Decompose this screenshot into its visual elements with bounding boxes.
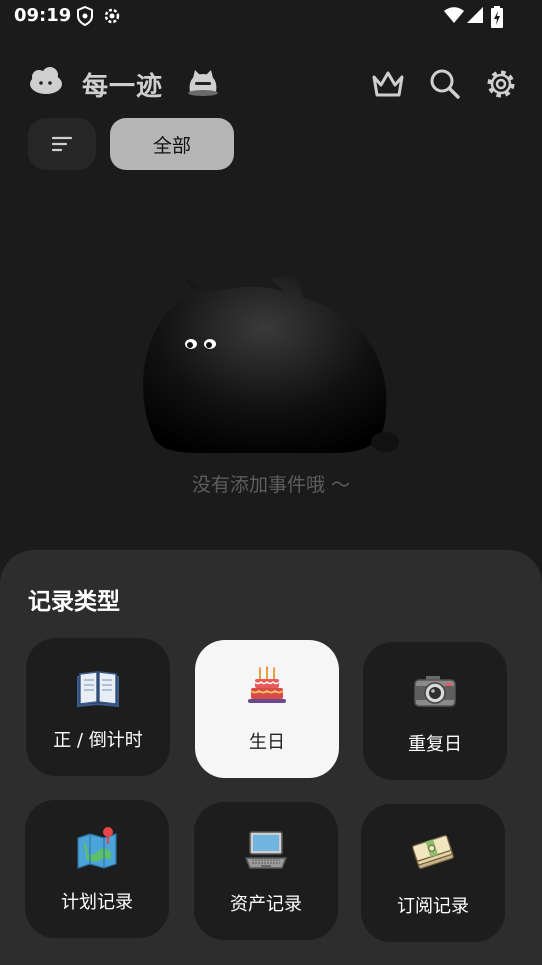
filter-chip-all[interactable]: 全部 [110, 118, 234, 170]
record-type-countdown[interactable]: 正 / 倒计时 [26, 638, 170, 776]
sort-lines-icon [51, 136, 73, 152]
camera-icon [414, 676, 456, 707]
record-type-birthday[interactable]: 生日 [195, 640, 339, 778]
record-type-plan[interactable]: 计划记录 [25, 800, 169, 938]
battery-icon [491, 6, 503, 28]
app-title: 每一迹 [82, 72, 164, 102]
record-type-label: 正 / 倒计时 [53, 730, 143, 751]
settings-notification-icon [104, 8, 120, 24]
cloud-mascot-icon [30, 67, 62, 94]
money-icon [412, 834, 454, 870]
crown-icon [372, 71, 404, 97]
status-bar: 09:19 [0, 0, 542, 34]
settings-button[interactable] [481, 64, 521, 104]
wifi-icon [444, 7, 464, 23]
shield-icon [77, 6, 93, 26]
empty-state-message: 没有添加事件哦 ～ [191, 474, 351, 496]
record-type-label: 生日 [249, 732, 285, 753]
record-type-label: 计划记录 [61, 892, 133, 913]
cat-mascot-icon [188, 70, 218, 96]
gear-icon [487, 70, 515, 98]
signal-icon [467, 7, 483, 23]
sort-filter-button[interactable] [28, 118, 96, 170]
record-type-label: 订阅记录 [397, 896, 469, 917]
app-header: 每一迹 [0, 56, 542, 108]
sleeping-cat-illustration [143, 274, 399, 453]
record-type-repeat-day[interactable]: 重复日 [363, 642, 507, 780]
search-icon [430, 69, 460, 99]
book-icon [77, 671, 119, 708]
record-type-label: 资产记录 [230, 894, 302, 915]
record-type-asset[interactable]: 资产记录 [194, 802, 338, 940]
search-button[interactable] [425, 64, 465, 104]
sheet-title: 记录类型 [28, 589, 120, 615]
premium-button[interactable] [368, 64, 408, 104]
record-type-subscription[interactable]: 订阅记录 [361, 804, 505, 942]
birthday-cake-icon [248, 666, 286, 703]
map-pin-icon [77, 827, 117, 869]
laptop-icon [244, 831, 288, 869]
status-time: 09:19 [14, 5, 72, 26]
record-type-label: 重复日 [408, 734, 462, 755]
